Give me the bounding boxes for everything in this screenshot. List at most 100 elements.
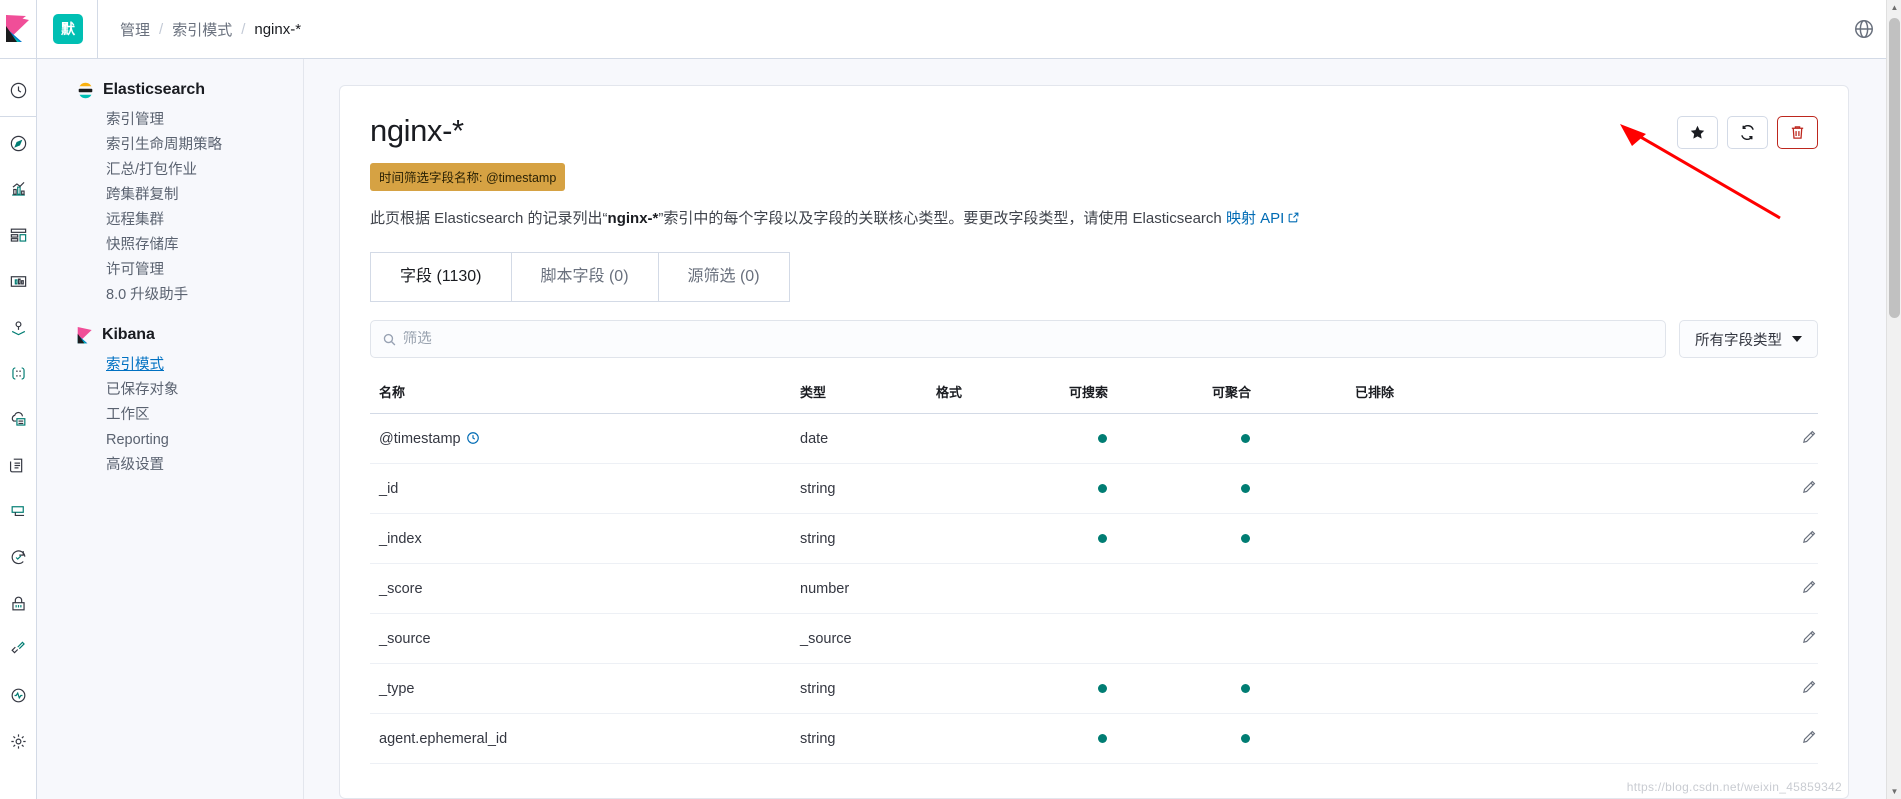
breadcrumb-item-current: nginx-* [254,20,302,38]
sidebar-item-spaces[interactable]: 工作区 [77,403,303,428]
table-row: @timestamp date [370,413,1818,464]
pencil-icon [1803,480,1816,493]
cell-actions[interactable] [1495,463,1818,514]
column-header-format[interactable]: 格式 [936,376,1069,414]
watermark-text: https://blog.csdn.net/weixin_45859342 [1626,780,1842,794]
tab-source-filters[interactable]: 源筛选 (0) [657,252,790,302]
scroll-down-arrow-icon[interactable]: ▼ [1887,784,1901,799]
apm-trace-icon [11,505,24,516]
cell-searchable [1069,663,1212,714]
description-part-1: 此页根据 Elasticsearch 的记录列出“ [370,210,608,227]
rail-item-apm[interactable] [0,488,37,534]
sidebar-item-ilm-policies[interactable]: 索引生命周期策略 [77,133,303,158]
column-header-actions [1495,376,1818,414]
delete-index-pattern-button[interactable] [1777,116,1818,149]
column-header-excluded[interactable]: 已排除 [1355,376,1495,414]
cell-actions[interactable] [1495,663,1818,714]
scroll-up-arrow-icon[interactable]: ▲ [1887,0,1901,15]
sidebar-item-index-patterns[interactable]: 索引模式 [77,353,303,378]
rail-item-management[interactable] [0,718,37,764]
panel-header-actions [1677,112,1818,149]
window-scrollbar[interactable]: ▲ ▼ [1886,0,1901,799]
rail-item-infrastructure[interactable] [0,396,37,442]
rail-item-dev-tools[interactable] [0,626,37,672]
rail-item-machine-learning[interactable] [0,350,37,396]
pencil-icon [1803,530,1816,543]
rail-item-canvas[interactable] [0,258,37,304]
cell-field-type: _source [800,613,936,664]
cell-excluded [1355,413,1495,464]
sidebar-item-upgrade-assistant[interactable]: 8.0 升级助手 [77,283,303,308]
discover-compass-icon [10,135,26,151]
mapping-api-link[interactable]: 映射 API [1226,210,1284,227]
cell-field-type: string [800,463,936,514]
status-dot [1098,433,1107,443]
cell-actions[interactable] [1495,613,1818,664]
tab-scripted-fields[interactable]: 脚本字段 (0) [510,252,658,302]
canvas-presentation-icon [10,275,26,287]
globe-icon[interactable] [1853,18,1875,40]
field-type-filter-dropdown[interactable]: 所有字段类型 [1679,320,1818,358]
sidebar-item-index-management[interactable]: 索引管理 [77,108,303,133]
fields-table-head: 名称 类型 格式 可搜索 可聚合 已排除 [370,376,1818,414]
scrollbar-thumb[interactable] [1889,18,1900,318]
breadcrumb-item-management[interactable]: 管理 [120,19,150,40]
sidebar-item-saved-objects[interactable]: 已保存对象 [77,378,303,403]
cell-field-name: _index [370,513,800,564]
rail-item-uptime[interactable] [0,534,37,580]
elasticsearch-logo-icon [78,82,93,98]
status-dot [1241,733,1250,743]
rail-item-monitoring[interactable] [0,672,37,718]
external-link-icon[interactable] [1287,211,1300,224]
cell-actions[interactable] [1495,513,1818,564]
cell-actions[interactable] [1495,563,1818,614]
cell-field-type: number [800,563,936,614]
page-title: nginx-* [370,113,464,148]
sidebar-item-rollup-jobs[interactable]: 汇总/打包作业 [77,158,303,183]
sidebar-item-reporting[interactable]: Reporting [77,428,303,453]
sidebar-item-remote-clusters[interactable]: 远程集群 [77,208,303,233]
cell-excluded [1355,463,1495,514]
column-header-name[interactable]: 名称 [370,376,800,414]
description-part-2: ”索引中的每个字段以及字段的关联核心类型。要更改字段类型，请使用 Elastic… [658,210,1226,227]
rail-item-visualize[interactable] [0,166,37,212]
cell-field-type: string [800,663,936,714]
cell-field-format [936,713,1069,764]
set-default-index-pattern-button[interactable] [1677,116,1718,149]
status-dot [1098,483,1107,493]
index-pattern-tabs: 字段 (1130) 脚本字段 (0) 源筛选 (0) [370,252,1818,302]
left-icon-rail [0,59,37,799]
rail-item-logs[interactable] [0,442,37,488]
cell-field-format [936,463,1069,514]
column-header-searchable[interactable]: 可搜索 [1069,376,1212,414]
field-name-text: @timestamp [379,430,461,447]
search-input[interactable] [402,331,1654,347]
app-body: Elasticsearch 索引管理 索引生命周期策略 汇总/打包作业 跨集群复… [0,59,1901,799]
search-input-wrapper[interactable] [370,320,1666,358]
sidebar-item-cross-cluster-replication[interactable]: 跨集群复制 [77,183,303,208]
sidebar-item-snapshot-repositories[interactable]: 快照存储库 [77,233,303,258]
uptime-clock-arrow-icon [11,549,25,564]
cell-actions[interactable] [1495,713,1818,764]
sidebar-item-advanced-settings[interactable]: 高级设置 [77,453,303,478]
cell-searchable [1069,463,1212,514]
refresh-fields-button[interactable] [1727,116,1768,149]
star-icon [1690,125,1705,139]
kibana-app-window: 默 管理 / 索引模式 / nginx-* Elasticsearch 索引管理… [0,0,1901,799]
rail-item-maps[interactable] [0,304,37,350]
breadcrumb-item-index-patterns[interactable]: 索引模式 [172,19,232,40]
column-header-aggregatable[interactable]: 可聚合 [1212,376,1355,414]
tab-fields[interactable]: 字段 (1130) [370,252,511,302]
rail-item-dashboard[interactable] [0,212,37,258]
dev-tools-wrench-icon [10,641,25,654]
sidebar-item-license-management[interactable]: 许可管理 [77,258,303,283]
column-header-type[interactable]: 类型 [800,376,936,414]
space-switcher-button[interactable]: 默 [37,0,98,58]
field-name-text: _id [379,480,399,497]
kibana-home-logo-button[interactable] [0,0,37,58]
rail-item-security[interactable] [0,580,37,626]
cell-actions[interactable] [1495,413,1818,464]
rail-item-discover[interactable] [0,120,37,166]
rail-item-recently-viewed[interactable] [0,67,37,113]
fields-table-header-row: 名称 类型 格式 可搜索 可聚合 已排除 [370,376,1818,414]
